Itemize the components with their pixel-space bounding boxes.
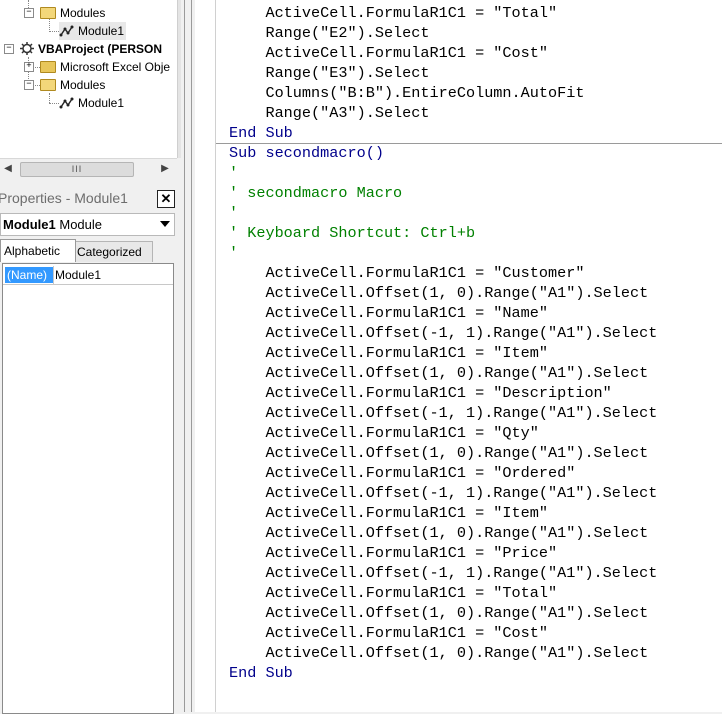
code-line[interactable]: ActiveCell.FormulaR1C1 = "Item" [229,503,657,523]
tree-item-label: Module1 [78,24,125,38]
vba-project-icon [20,42,34,56]
left-pane: − Modules Module1 − VBAProject (PERSON +… [0,0,182,714]
scrollbar-thumb[interactable]: III [20,162,134,177]
code-line[interactable]: ActiveCell.FormulaR1C1 = "Ordered" [229,463,657,483]
code-line[interactable]: ' [229,203,657,223]
code-line[interactable]: Sub secondmacro() [229,143,657,163]
tree-item-module1[interactable]: Module1 [59,22,127,40]
code-line[interactable]: ' [229,243,657,263]
tab-categorized[interactable]: Categorized [73,241,153,262]
properties-titlebar: Properties - Module1 ✕ [0,188,177,210]
scroll-left-arrow-icon[interactable]: ◀ [0,159,16,179]
code-line[interactable]: ActiveCell.FormulaR1C1 = "Cost" [229,43,657,63]
margin-indicator-bar[interactable] [195,0,216,712]
close-icon[interactable]: ✕ [157,190,175,208]
collapse-toggle[interactable]: − [24,8,34,18]
code-line[interactable]: ActiveCell.Offset(1, 0).Range("A1").Sele… [229,643,657,663]
code-line[interactable]: ActiveCell.Offset(-1, 1).Range("A1").Sel… [229,403,657,423]
tree-connector [49,93,50,103]
pane-separator[interactable] [0,178,181,186]
property-value[interactable]: Module1 [55,267,101,283]
code-line[interactable]: ActiveCell.Offset(1, 0).Range("A1").Sele… [229,603,657,623]
tree-item-label: Modules [60,6,106,20]
property-row[interactable]: (Name) Module1 [3,266,173,285]
code-line[interactable]: ActiveCell.FormulaR1C1 = "Total" [229,3,657,23]
code-editor[interactable]: ActiveCell.FormulaR1C1 = "Total" Range("… [195,0,722,712]
properties-grid: (Name) Module1 [2,263,174,714]
code-line[interactable]: ' secondmacro Macro [229,183,657,203]
pane-splitter[interactable] [181,0,195,712]
tree-item-label: VBAProject (PERSON [38,42,163,56]
code-line[interactable]: End Sub [229,663,657,683]
code-line[interactable]: ActiveCell.Offset(1, 0).Range("A1").Sele… [229,443,657,463]
code-line[interactable]: Columns("B:B").EntireColumn.AutoFit [229,83,657,103]
code-line[interactable]: ActiveCell.FormulaR1C1 = "Item" [229,343,657,363]
code-line[interactable]: ActiveCell.FormulaR1C1 = "Qty" [229,423,657,443]
chevron-down-icon[interactable] [160,221,170,227]
folder-open-icon [40,6,56,19]
module-icon [59,25,74,37]
tree-item-excel-objects[interactable]: Microsoft Excel Obje [40,58,170,76]
column-divider [53,266,54,284]
module-icon [59,97,74,109]
code-line[interactable]: ActiveCell.FormulaR1C1 = "Price" [229,543,657,563]
code-line[interactable]: ActiveCell.FormulaR1C1 = "Total" [229,583,657,603]
project-explorer-tree[interactable]: − Modules Module1 − VBAProject (PERSON +… [0,0,177,158]
code-line[interactable]: ActiveCell.Offset(-1, 1).Range("A1").Sel… [229,483,657,503]
code-line[interactable]: ActiveCell.Offset(1, 0).Range("A1").Sele… [229,363,657,383]
expand-toggle[interactable]: + [24,62,34,72]
tree-item-label: Modules [60,78,106,92]
code-line[interactable]: ActiveCell.Offset(-1, 1).Range("A1").Sel… [229,323,657,343]
splitter-line [184,0,185,712]
object-selector-dropdown[interactable]: Module1 Module [0,213,175,236]
code-line[interactable]: ' [229,163,657,183]
scrollbar-grip: III [71,164,83,174]
code-line[interactable]: ActiveCell.Offset(-1, 1).Range("A1").Sel… [229,563,657,583]
tree-connector [49,31,59,32]
tree-item-modules[interactable]: Modules [40,76,105,94]
code-line[interactable]: ActiveCell.FormulaR1C1 = "Cost" [229,623,657,643]
collapse-toggle[interactable]: − [24,80,34,90]
code-line[interactable]: ActiveCell.FormulaR1C1 = "Description" [229,383,657,403]
tree-connector [49,103,59,104]
properties-title: Properties - Module1 [0,190,128,206]
tree-item-module1[interactable]: Module1 [59,94,124,112]
tree-horizontal-scrollbar[interactable]: ◀ III ▶ [0,158,177,179]
code-line[interactable]: Range("A3").Select [229,103,657,123]
code-line[interactable]: ActiveCell.FormulaR1C1 = "Name" [229,303,657,323]
collapse-toggle[interactable]: − [4,44,14,54]
code-lines[interactable]: ActiveCell.FormulaR1C1 = "Total" Range("… [229,3,657,683]
tree-item-label: Microsoft Excel Obje [60,60,171,74]
splitter-line [191,0,192,712]
property-name[interactable]: (Name) [5,267,53,283]
code-line[interactable]: Range("E3").Select [229,63,657,83]
tree-item-vbaproject[interactable]: VBAProject (PERSON [20,40,162,58]
folder-open-icon [40,78,56,91]
code-line[interactable]: ActiveCell.Offset(1, 0).Range("A1").Sele… [229,523,657,543]
tree-item-modules[interactable]: Modules [40,4,105,22]
code-line[interactable]: ActiveCell.FormulaR1C1 = "Customer" [229,263,657,283]
object-name: Module1 [3,217,56,232]
tab-alphabetic[interactable]: Alphabetic [0,239,76,262]
object-type: Module [59,217,102,232]
folder-icon [40,60,56,73]
scroll-right-arrow-icon[interactable]: ▶ [157,159,173,179]
code-line[interactable]: ' Keyboard Shortcut: Ctrl+b [229,223,657,243]
code-line[interactable]: ActiveCell.Offset(1, 0).Range("A1").Sele… [229,283,657,303]
tree-item-label: Module1 [78,96,125,110]
code-line[interactable]: Range("E2").Select [229,23,657,43]
code-line[interactable]: End Sub [229,123,657,143]
